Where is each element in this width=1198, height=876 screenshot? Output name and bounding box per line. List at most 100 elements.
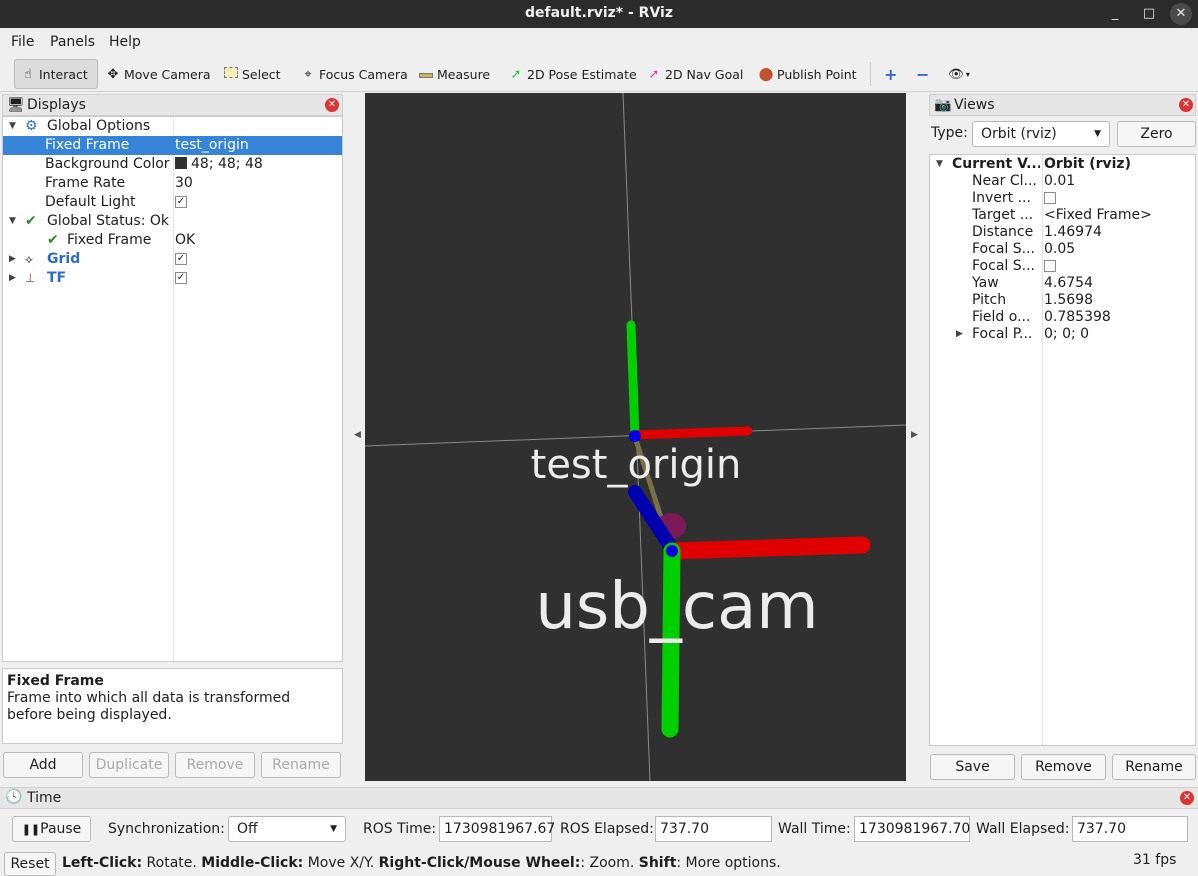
ros-elapsed-field[interactable]: 737.70	[655, 816, 772, 842]
background-color-value-cell[interactable]: 48; 48; 48	[175, 155, 263, 174]
remove-view-button[interactable]: Remove	[1021, 754, 1106, 780]
view-prop-row[interactable]: Target ... <Fixed Frame>	[930, 207, 1195, 224]
time-title: Time	[27, 790, 62, 806]
collapse-arrow-icon[interactable]: ▶	[9, 269, 16, 288]
view-prop-row[interactable]: ▶ Focal P... 0; 0; 0	[930, 326, 1195, 343]
usb-cam-x-axis	[663, 536, 871, 560]
view-prop-row[interactable]: Yaw 4.6754	[930, 275, 1195, 292]
remove-display-button[interactable]: Remove	[175, 752, 255, 778]
expand-arrow-icon[interactable]: ▼	[936, 156, 943, 173]
tree-row-default-light[interactable]: Default Light ✓	[3, 193, 342, 212]
pause-button[interactable]: ❚❚Pause	[12, 816, 91, 842]
add-tool-button[interactable]: +	[880, 59, 901, 89]
tf-enable-checkbox[interactable]: ✓	[175, 272, 187, 284]
pose-estimate-tool[interactable]: ➚ 2D Pose Estimate	[503, 59, 641, 89]
view-prop-row[interactable]: Pitch 1.5698	[930, 292, 1195, 309]
views-title: Views	[954, 97, 995, 113]
menu-help[interactable]: Help	[109, 34, 141, 50]
mouse-help-text: Left-Click: Rotate. Middle-Click: Move X…	[62, 855, 781, 871]
zero-button[interactable]: Zero	[1117, 121, 1196, 147]
view-prop-value[interactable]: <Fixed Frame>	[1044, 207, 1152, 224]
description-body: Frame into which all data is transformed…	[7, 690, 291, 723]
rename-display-button[interactable]: Rename	[261, 752, 341, 778]
grid-enable-checkbox[interactable]: ✓	[175, 253, 187, 265]
menu-file[interactable]: File	[11, 34, 34, 50]
save-view-button[interactable]: Save	[930, 754, 1015, 780]
close-button[interactable]: ✕	[1170, 3, 1192, 25]
focus-camera-tool[interactable]: ⌖ Focus Camera	[295, 59, 412, 89]
hand-icon: ☝	[24, 66, 32, 82]
right-splitter-handle[interactable]: ▶	[911, 430, 918, 440]
view-prop-row[interactable]: Focal S... 0.05	[930, 241, 1195, 258]
view-prop-value[interactable]: 0.785398	[1044, 309, 1111, 326]
render-viewport[interactable]: test_origin usb_cam	[365, 93, 906, 781]
remove-tool-button[interactable]: −	[912, 59, 933, 89]
view-prop-value[interactable]: 0.05	[1044, 241, 1075, 258]
rename-view-button[interactable]: Rename	[1112, 754, 1196, 780]
sync-label: Synchronization:	[108, 821, 225, 837]
view-prop-label: Yaw	[972, 275, 999, 291]
displays-close-icon[interactable]: ✕	[325, 98, 339, 112]
select-tool[interactable]: Select	[218, 59, 285, 89]
move-camera-tool[interactable]: ✥ Move Camera	[100, 59, 215, 89]
maximize-button[interactable]: □	[1138, 3, 1160, 25]
publish-point-tool[interactable]: ⬤ Publish Point	[753, 59, 861, 89]
tree-row-global-status[interactable]: ▼ ✔ Global Status: Ok	[3, 212, 342, 231]
tree-row-fixed-frame[interactable]: Fixed Frame test_origin	[3, 136, 342, 155]
tree-row-global-options[interactable]: ▼ ⚙ Global Options	[3, 117, 342, 136]
current-view-row[interactable]: ▼ Current V... Orbit (rviz)	[930, 156, 1195, 173]
global-options-label: Global Options	[47, 118, 151, 134]
status-ok-icon: ✔	[25, 213, 37, 229]
left-splitter-handle[interactable]: ◀	[354, 430, 361, 440]
ros-time-field[interactable]: 1730981967.67	[439, 816, 555, 842]
tree-row-background-color[interactable]: Background Color 48; 48; 48	[3, 155, 342, 174]
expand-arrow-icon[interactable]: ▼	[9, 117, 16, 136]
test-origin-marker	[629, 430, 641, 442]
view-prop-value[interactable]: 0.01	[1044, 173, 1075, 190]
collapse-arrow-icon[interactable]: ▶	[956, 326, 963, 343]
window-title: default.rviz* - RViz	[524, 5, 673, 21]
collapse-arrow-icon[interactable]: ▶	[9, 250, 16, 269]
views-close-icon[interactable]: ✕	[1179, 98, 1193, 112]
minimize-button[interactable]: _	[1104, 3, 1126, 25]
invert-checkbox[interactable]	[1044, 192, 1056, 204]
fixed-frame-value[interactable]: test_origin	[175, 136, 249, 155]
measure-tool[interactable]: Measure	[413, 59, 494, 89]
view-prop-value[interactable]: 1.5698	[1044, 292, 1093, 309]
status-ok-icon: ✔	[47, 232, 59, 248]
default-light-checkbox[interactable]: ✓	[175, 196, 187, 208]
view-prop-row[interactable]: Invert ...	[930, 190, 1195, 207]
scene-svg[interactable]: test_origin usb_cam	[365, 93, 906, 781]
reset-button[interactable]: Reset	[4, 852, 56, 876]
frame-rate-value[interactable]: 30	[175, 174, 193, 193]
view-prop-value[interactable]: 1.46974	[1044, 224, 1102, 241]
view-prop-row[interactable]: Near Cl... 0.01	[930, 173, 1195, 190]
menu-panels[interactable]: Panels	[50, 34, 95, 50]
view-prop-label: Near Cl...	[972, 173, 1037, 189]
expand-arrow-icon[interactable]: ▼	[9, 212, 16, 231]
tree-row-tf[interactable]: ▶ ⊥ TF ✓	[3, 269, 342, 288]
view-prop-row[interactable]: Focal S...	[930, 258, 1195, 275]
sync-select[interactable]: Off ▼	[228, 816, 346, 842]
add-display-button[interactable]: Add	[3, 752, 83, 778]
tree-row-status-fixed-frame[interactable]: ✔ Fixed Frame OK	[3, 231, 342, 250]
view-type-select[interactable]: Orbit (rviz) ▼	[972, 121, 1110, 147]
view-prop-value[interactable]: 4.6754	[1044, 275, 1093, 292]
time-close-icon[interactable]: ✕	[1180, 791, 1194, 805]
view-prop-row[interactable]: Field o... 0.785398	[930, 309, 1195, 326]
focal-shape-checkbox[interactable]	[1044, 260, 1056, 272]
tree-row-frame-rate[interactable]: Frame Rate 30	[3, 174, 342, 193]
nav-goal-tool[interactable]: ➚ 2D Nav Goal	[641, 59, 747, 89]
eye-menu-button[interactable]: 👁 ▾	[944, 59, 974, 89]
interact-tool[interactable]: ☝ Interact	[14, 59, 98, 89]
grid-icon: ⟡	[25, 252, 33, 266]
pause-label: Pause	[40, 821, 82, 837]
view-prop-label: Pitch	[972, 292, 1007, 308]
view-prop-row[interactable]: Distance 1.46974	[930, 224, 1195, 241]
view-prop-value[interactable]: 0; 0; 0	[1044, 326, 1089, 343]
duplicate-display-button[interactable]: Duplicate	[89, 752, 169, 778]
view-prop-cell	[1044, 258, 1056, 275]
wall-time-field[interactable]: 1730981967.70	[854, 816, 970, 842]
wall-elapsed-field[interactable]: 737.70	[1072, 816, 1188, 842]
tree-row-grid[interactable]: ▶ ⟡ Grid ✓	[3, 250, 342, 269]
